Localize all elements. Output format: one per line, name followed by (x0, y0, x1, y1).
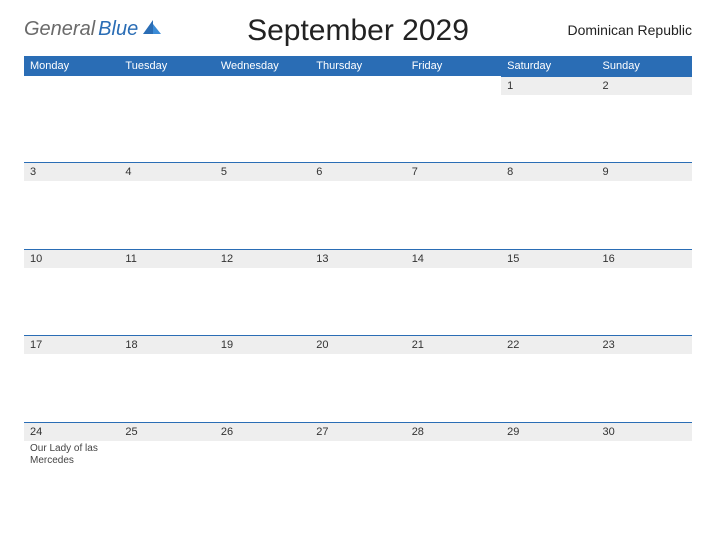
day-num: 11 (119, 249, 214, 268)
day-num: 27 (310, 422, 405, 441)
week-num-row: 10 11 12 13 14 15 16 (24, 249, 692, 268)
header: General Blue September 2029 Dominican Re… (24, 12, 692, 48)
day-num: 19 (215, 336, 310, 355)
page-title: September 2029 (184, 12, 532, 48)
day-num: 14 (406, 249, 501, 268)
week-num-row: 24 25 26 27 28 29 30 (24, 422, 692, 441)
logo-text-general: General (24, 18, 95, 41)
day-header: Thursday (310, 56, 405, 76)
day-num: 7 (406, 163, 501, 182)
day-num (215, 76, 310, 95)
day-note (119, 95, 214, 163)
week-num-row: 17 18 19 20 21 22 23 (24, 336, 692, 355)
week-body-row (24, 95, 692, 163)
day-note: Our Lady of las Mercedes (24, 441, 119, 509)
day-note (310, 441, 405, 509)
day-note (310, 181, 405, 249)
week-body-row (24, 181, 692, 249)
day-header-row: Monday Tuesday Wednesday Thursday Friday… (24, 56, 692, 76)
day-note (24, 268, 119, 336)
day-note (406, 268, 501, 336)
day-header: Monday (24, 56, 119, 76)
day-num (310, 76, 405, 95)
day-note (215, 95, 310, 163)
day-note (501, 354, 596, 422)
day-num: 15 (501, 249, 596, 268)
day-note (24, 354, 119, 422)
day-num: 30 (597, 422, 692, 441)
day-num: 4 (119, 163, 214, 182)
day-note (215, 181, 310, 249)
week-body-row (24, 354, 692, 422)
day-note (24, 95, 119, 163)
day-num: 3 (24, 163, 119, 182)
day-header: Wednesday (215, 56, 310, 76)
day-note (597, 441, 692, 509)
day-num (24, 76, 119, 95)
day-header: Tuesday (119, 56, 214, 76)
day-note (119, 181, 214, 249)
day-note (501, 441, 596, 509)
day-num: 12 (215, 249, 310, 268)
day-header: Saturday (501, 56, 596, 76)
day-note (310, 354, 405, 422)
day-num: 29 (501, 422, 596, 441)
day-note (406, 95, 501, 163)
week-body-row (24, 268, 692, 336)
week-body-row: Our Lady of las Mercedes (24, 441, 692, 509)
week-num-row: 1 2 (24, 76, 692, 95)
day-header: Sunday (597, 56, 692, 76)
day-num: 25 (119, 422, 214, 441)
day-note (406, 181, 501, 249)
week-num-row: 3 4 5 6 7 8 9 (24, 163, 692, 182)
day-num: 18 (119, 336, 214, 355)
day-num: 24 (24, 422, 119, 441)
day-num: 5 (215, 163, 310, 182)
day-num: 28 (406, 422, 501, 441)
day-note (215, 354, 310, 422)
day-num: 13 (310, 249, 405, 268)
day-note (406, 354, 501, 422)
day-num (406, 76, 501, 95)
day-num: 17 (24, 336, 119, 355)
logo-mark-icon (143, 20, 161, 41)
day-note (215, 268, 310, 336)
day-num: 8 (501, 163, 596, 182)
day-num: 20 (310, 336, 405, 355)
day-note (597, 268, 692, 336)
day-header: Friday (406, 56, 501, 76)
calendar-table: Monday Tuesday Wednesday Thursday Friday… (24, 56, 692, 509)
day-num: 9 (597, 163, 692, 182)
day-note (119, 354, 214, 422)
day-note (501, 95, 596, 163)
country-label: Dominican Republic (532, 12, 692, 38)
day-note (597, 181, 692, 249)
logo-text-blue: Blue (98, 18, 138, 41)
day-note (310, 268, 405, 336)
day-note (119, 268, 214, 336)
day-num: 16 (597, 249, 692, 268)
logo: General Blue (24, 12, 184, 41)
day-note (501, 181, 596, 249)
day-num: 2 (597, 76, 692, 95)
day-note (501, 268, 596, 336)
day-note (406, 441, 501, 509)
day-note (310, 95, 405, 163)
day-num: 1 (501, 76, 596, 95)
day-num: 10 (24, 249, 119, 268)
day-note (215, 441, 310, 509)
day-num (119, 76, 214, 95)
day-num: 23 (597, 336, 692, 355)
day-note (597, 354, 692, 422)
day-note (119, 441, 214, 509)
day-num: 6 (310, 163, 405, 182)
day-num: 21 (406, 336, 501, 355)
day-num: 26 (215, 422, 310, 441)
day-note (24, 181, 119, 249)
day-num: 22 (501, 336, 596, 355)
day-note (597, 95, 692, 163)
